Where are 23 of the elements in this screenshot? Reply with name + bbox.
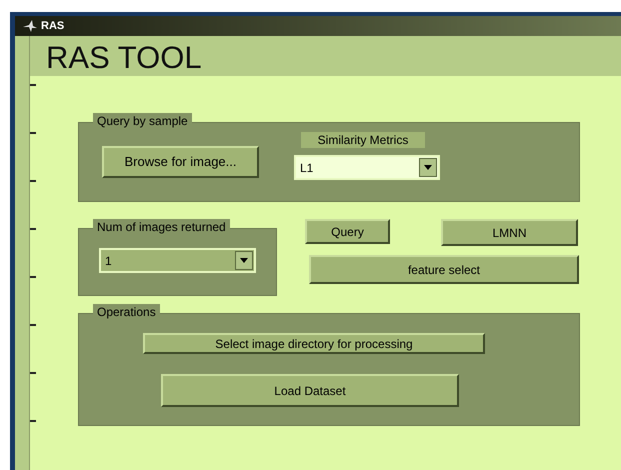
tick-mark: [30, 372, 36, 374]
operation-button[interactable]: Load Dataset: [161, 374, 459, 407]
tick-mark: [30, 420, 36, 422]
group-label: Operations: [93, 304, 160, 320]
tick-mark: [30, 132, 36, 134]
tick-mark: [30, 324, 36, 326]
group-label: Query by sample: [93, 113, 192, 129]
feature-select-button[interactable]: feature select: [309, 255, 579, 284]
tick-mark: [30, 84, 36, 86]
query-button[interactable]: Query: [305, 219, 390, 244]
tick-mark: [30, 180, 36, 182]
app-logo-icon: [23, 20, 37, 32]
metric-label: Similarity Metrics: [301, 132, 425, 148]
window-title: RAS: [41, 18, 64, 34]
app-heading: RAS TOOL: [46, 40, 202, 76]
tick-mark: [30, 228, 36, 230]
browse-button[interactable]: Browse for image...: [102, 146, 259, 178]
group-label: Num of images returned: [93, 219, 230, 235]
lmnn-button[interactable]: LMNN: [441, 219, 578, 246]
operation-button[interactable]: Select image directory for processing: [143, 333, 485, 354]
tick-mark: [30, 276, 36, 278]
dropdown[interactable]: L1: [294, 155, 440, 180]
dropdown[interactable]: 1: [99, 248, 256, 273]
